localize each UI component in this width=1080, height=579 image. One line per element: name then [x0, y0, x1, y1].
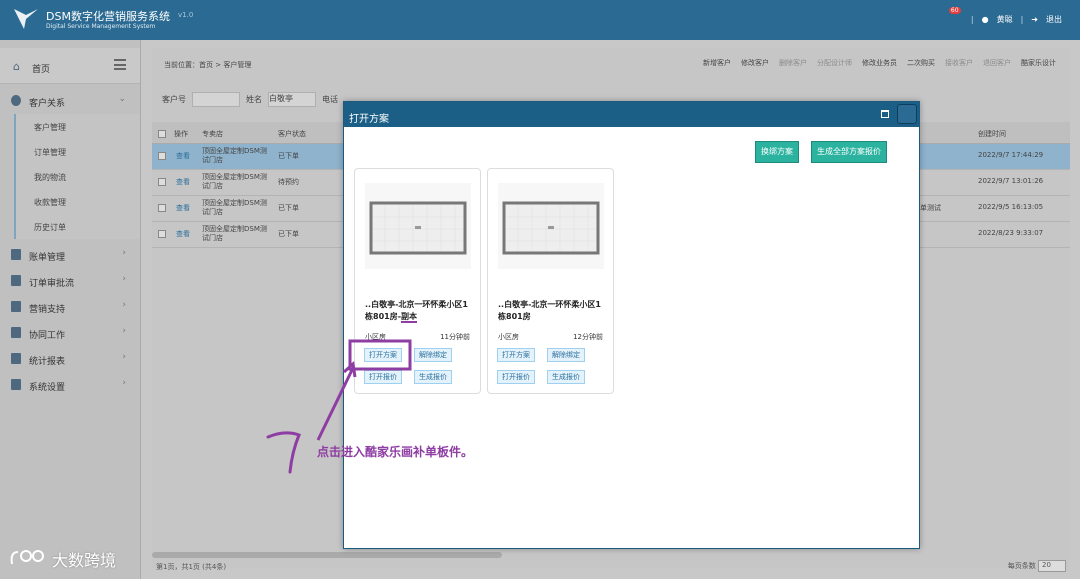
watermark: 大数跨境: [8, 547, 116, 571]
watermark-logo-icon: [10, 550, 44, 565]
annotation-text: 点击进入酷家乐画补单板件。: [317, 445, 474, 459]
highlight-box: [348, 339, 412, 371]
watermark-text: 大数跨境: [52, 551, 117, 570]
annotation-overlay: [266, 339, 412, 474]
annotation-step-number: [266, 431, 301, 474]
annotation-arrow: [316, 369, 354, 441]
